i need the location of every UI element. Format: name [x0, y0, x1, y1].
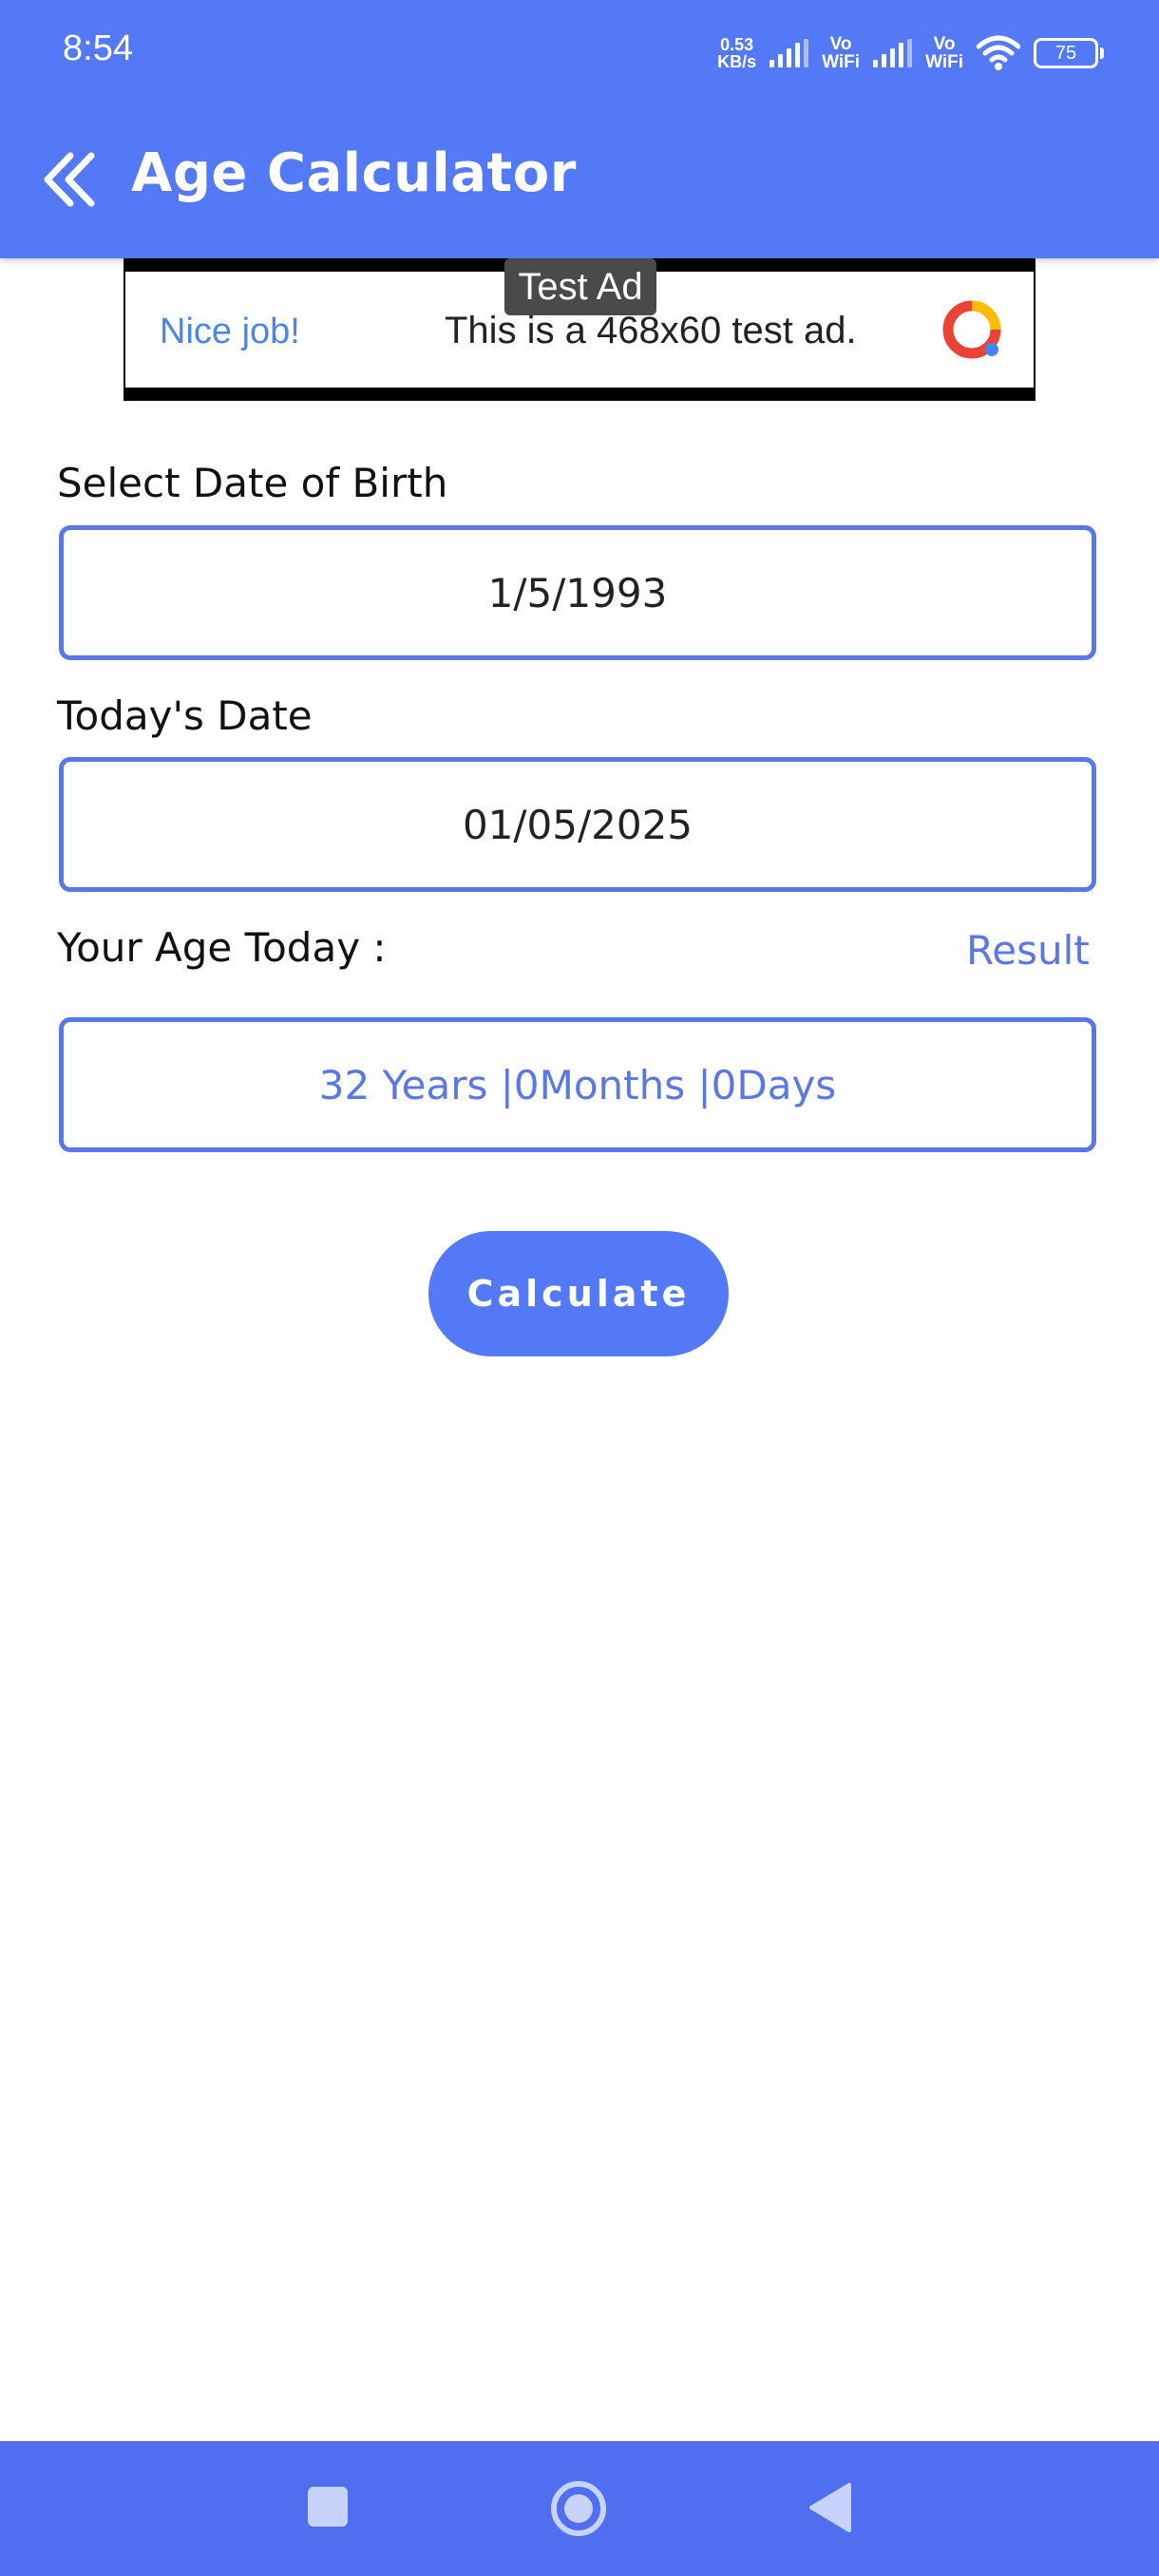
page-title: Age Calculator — [131, 142, 577, 204]
vowifi-icon-2: Vo WiFi — [925, 35, 963, 71]
system-nav-bar — [0, 2441, 1159, 2576]
double-chevron-left-icon[interactable] — [38, 146, 104, 213]
today-label: Today's Date — [57, 692, 313, 739]
ad-logo-icon — [942, 300, 1001, 359]
wifi-icon — [977, 35, 1020, 70]
ad-headline[interactable]: Nice job! — [160, 312, 300, 352]
ad-body[interactable]: This is a 468x60 test ad. — [445, 310, 857, 352]
age-label: Your Age Today : — [57, 924, 387, 971]
signal-icon — [770, 39, 809, 67]
status-bar: 8:54 0.53 KB/s Vo WiFi Vo WiFi 75 — [0, 0, 1159, 99]
recent-apps-icon[interactable] — [308, 2487, 348, 2527]
network-speed: 0.53 KB/s — [717, 36, 756, 70]
network-speed-unit: KB/s — [717, 52, 757, 71]
battery-icon: 75 — [1034, 38, 1104, 68]
vowifi-bottom-2: WiFi — [925, 52, 963, 72]
vowifi-icon: Vo WiFi — [822, 35, 860, 71]
network-speed-value: 0.53 — [720, 35, 754, 54]
app-bar: Age Calculator — [0, 99, 1159, 258]
age-result-field: 32 Years |0Months |0Days — [59, 1017, 1096, 1152]
vowifi-top: Vo — [829, 34, 852, 54]
home-icon[interactable] — [549, 2479, 608, 2538]
calculate-button[interactable]: Calculate — [428, 1231, 729, 1356]
dob-field[interactable]: 1/5/1993 — [59, 525, 1096, 660]
battery-level: 75 — [1054, 42, 1077, 64]
today-date-field[interactable]: 01/05/2025 — [59, 757, 1096, 892]
result-label: Result — [966, 927, 1090, 974]
dob-label: Select Date of Birth — [57, 460, 448, 506]
vowifi-top-2: Vo — [933, 34, 956, 54]
vowifi-bottom: WiFi — [822, 52, 861, 72]
back-icon[interactable] — [808, 2481, 853, 2534]
status-icons: 0.53 KB/s Vo WiFi Vo WiFi 75 — [717, 27, 1104, 80]
status-time: 8:54 — [63, 28, 133, 68]
test-ad-badge: Test Ad — [504, 258, 656, 315]
signal-icon-2 — [873, 39, 913, 67]
